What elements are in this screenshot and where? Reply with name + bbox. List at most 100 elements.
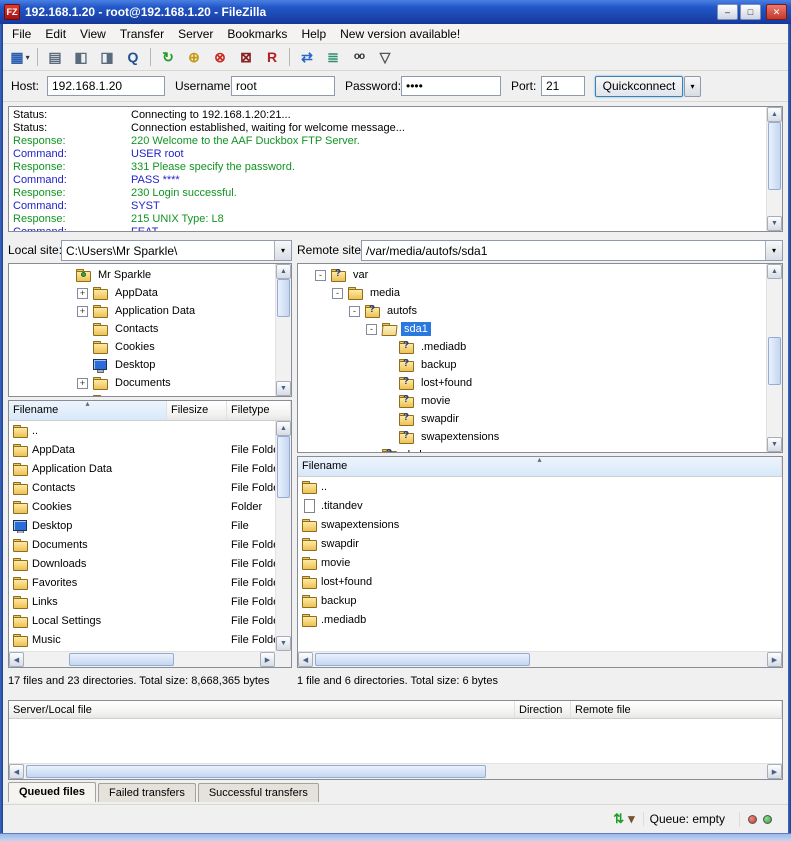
column-header-filename[interactable]: ▴ Filename [9,401,167,420]
close-button[interactable]: ✕ [766,4,787,20]
menu-item-server[interactable]: Server [171,24,220,44]
remote-site-dropdown-button[interactable]: ▾ [765,241,782,260]
column-header-filename[interactable]: ▴ Filename [298,457,782,476]
toggle-remote-tree-button[interactable]: ◨ [95,46,119,68]
scroll-track[interactable] [24,652,260,667]
toggle-message-log-button[interactable]: ▤ [43,46,67,68]
file-row-[interactable]: .. [9,421,275,440]
scroll-left-button[interactable]: ◀ [9,764,24,779]
file-row-music[interactable]: MusicFile Folder [9,630,275,649]
cancel-button[interactable]: ⊗ [208,46,232,68]
queue-hscrollbar[interactable]: ◀▶ [9,763,782,779]
collapse-icon[interactable]: - [315,270,326,281]
port-input[interactable] [541,76,585,96]
expand-icon[interactable]: + [77,396,88,397]
remote-list-hscrollbar[interactable]: ◀▶ [298,651,782,667]
file-row-favorites[interactable]: FavoritesFile Folder [9,573,275,592]
remote-tree-item-swapextensions[interactable]: ?swapextensions [298,428,766,446]
column-header-remote-file[interactable]: Remote file [571,701,782,718]
disconnect-button[interactable]: ⊠ [234,46,258,68]
scroll-up-button[interactable]: ▲ [276,421,291,436]
remote-tree-item-swapdir[interactable]: ?swapdir [298,410,766,428]
synchronized-browsing-button[interactable]: ≣ [321,46,345,68]
remote-tree-item-backup[interactable]: ?backup [298,356,766,374]
menu-item-transfer[interactable]: Transfer [113,24,171,44]
toggle-queue-button[interactable]: Q [121,46,145,68]
remote-tree-scrollbar[interactable]: ▲▼ [766,264,782,452]
file-row-desktop[interactable]: DesktopFile [9,516,275,535]
scroll-up-button[interactable]: ▲ [276,264,291,279]
file-row-local-settings[interactable]: Local SettingsFile Folder [9,611,275,630]
file-row-application-data[interactable]: Application DataFile Folder [9,459,275,478]
remote-tree-item-autofs[interactable]: -?autofs [298,302,766,320]
file-row-contacts[interactable]: ContactsFile Folder [9,478,275,497]
remote-tree-item-mediadb[interactable]: ?.mediadb [298,338,766,356]
scroll-thumb[interactable] [26,765,486,778]
column-header-filesize[interactable]: Filesize [167,401,227,420]
scroll-track[interactable] [767,122,782,216]
minimize-button[interactable]: – [717,4,738,20]
scroll-right-button[interactable]: ▶ [767,652,782,667]
local-tree-item-documents[interactable]: +Documents [9,374,275,392]
tab-queued-files[interactable]: Queued files [8,782,96,802]
file-row-appdata[interactable]: AppDataFile Folder [9,440,275,459]
local-tree-item-cookies[interactable]: Cookies [9,338,275,356]
local-tree-item-mr-sparkle[interactable]: Mr Sparkle [9,266,275,284]
file-row-lost-found[interactable]: lost+found [298,572,782,591]
local-tree-item-appdata[interactable]: +AppData [9,284,275,302]
scroll-thumb[interactable] [768,337,781,385]
quickconnect-button[interactable]: Quickconnect [595,76,683,97]
tab-failed-transfers[interactable]: Failed transfers [98,783,196,802]
find-files-button[interactable]: oo [347,46,371,68]
menu-item-view[interactable]: View [73,24,113,44]
file-row-documents[interactable]: DocumentsFile Folder [9,535,275,554]
local-tree-item-contacts[interactable]: Contacts [9,320,275,338]
scroll-down-button[interactable]: ▼ [276,381,291,396]
local-list-hscrollbar[interactable]: ◀▶ [9,651,275,667]
column-header-server-local-file[interactable]: Server/Local file [9,701,515,718]
file-row-[interactable]: .. [298,477,782,496]
file-row-swapextensions[interactable]: swapextensions [298,515,782,534]
message-log[interactable]: Status:Connecting to 192.168.1.20:21...S… [8,106,783,232]
local-tree-item-desktop[interactable]: Desktop [9,356,275,374]
host-input[interactable] [47,76,165,96]
local-site-combo[interactable]: C:\Users\Mr Sparkle\ ▾ [61,240,292,261]
scroll-right-button[interactable]: ▶ [767,764,782,779]
remote-tree-item-var[interactable]: -?var [298,266,766,284]
scroll-up-button[interactable]: ▲ [767,107,782,122]
collapse-icon[interactable]: - [332,288,343,299]
menu-item-edit[interactable]: Edit [38,24,73,44]
scroll-track[interactable] [313,652,767,667]
password-input[interactable] [401,76,501,96]
column-header-filetype[interactable]: Filetype [227,401,291,420]
maximize-button[interactable]: □ [740,4,761,20]
scroll-thumb[interactable] [277,436,290,498]
tab-successful-transfers[interactable]: Successful transfers [198,783,319,802]
scroll-thumb[interactable] [277,279,290,317]
expand-icon[interactable]: + [77,306,88,317]
speed-limit-icon[interactable]: ⇅ [613,811,624,826]
reconnect-button[interactable]: R [260,46,284,68]
collapse-icon[interactable]: - [349,306,360,317]
scroll-thumb[interactable] [768,122,781,190]
file-row-titandev[interactable]: .titandev [298,496,782,515]
key-button[interactable]: ⊕ [182,46,206,68]
scroll-right-button[interactable]: ▶ [260,652,275,667]
file-row-mediadb[interactable]: .mediadb [298,610,782,629]
log-scrollbar[interactable]: ▲▼ [766,107,782,231]
window-border-left[interactable] [0,24,3,833]
listing-filter-status-icon[interactable]: ▾ [628,811,635,826]
remote-site-combo[interactable]: /var/media/autofs/sda1 ▾ [361,240,783,261]
menu-item-bookmarks[interactable]: Bookmarks [220,24,294,44]
menu-item-help[interactable]: Help [294,24,333,44]
local-tree-scrollbar[interactable]: ▲▼ [275,264,291,396]
remote-tree-item-dvd[interactable]: ?dvd [298,446,766,452]
expand-icon[interactable]: + [77,288,88,299]
chevron-down-icon[interactable]: ▾ [26,53,30,62]
scroll-track[interactable] [24,764,767,779]
scroll-down-button[interactable]: ▼ [767,216,782,231]
scroll-left-button[interactable]: ◀ [9,652,24,667]
file-row-downloads[interactable]: DownloadsFile Folder [9,554,275,573]
file-row-backup[interactable]: backup [298,591,782,610]
scroll-up-button[interactable]: ▲ [767,264,782,279]
